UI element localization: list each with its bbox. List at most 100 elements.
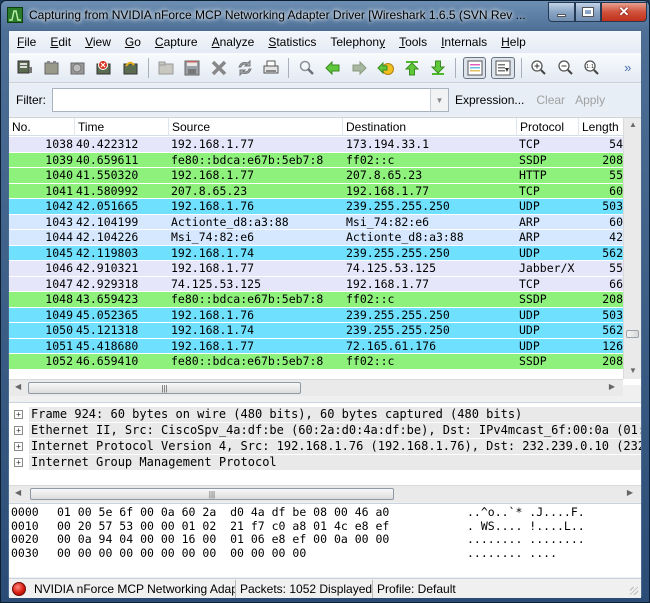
scroll-left-icon[interactable]: ◀ xyxy=(15,382,21,391)
title-bar[interactable]: Capturing from NVIDIA nForce MCP Network… xyxy=(1,1,650,29)
scroll-up-icon[interactable]: ▲ xyxy=(629,120,637,129)
packet-row[interactable]: 1050 45.121318 192.168.1.74 239.255.255.250… xyxy=(9,323,623,339)
expand-icon[interactable]: + xyxy=(14,425,23,435)
hex-row[interactable]: 0020 00 0a 94 04 00 00 16 00 01 06 e8 ef … xyxy=(9,532,641,547)
packet-length: 126 xyxy=(602,338,623,353)
filter-input[interactable]: ▼ xyxy=(52,88,449,112)
capture-options-button[interactable] xyxy=(41,57,62,79)
detail-tree-item[interactable]: + Internet Group Management Protocol xyxy=(9,454,641,470)
status-profile[interactable]: Profile: Default xyxy=(373,580,460,598)
packet-destination: 74.125.53.125 xyxy=(346,261,437,275)
auto-scroll-toggle[interactable] xyxy=(491,56,515,79)
packet-row[interactable]: 1051 45.418680 192.168.1.77 72.165.61.176 UD… xyxy=(9,338,623,354)
column-header-no[interactable]: No. xyxy=(9,118,75,136)
packet-row[interactable]: 1044 42.104226 Msi_74:82:e6 Actionte_d8:a3:… xyxy=(9,230,623,246)
menu-view[interactable]: View xyxy=(77,31,117,53)
packet-no: 1050 xyxy=(45,323,73,337)
packet-list-hscrollbar[interactable]: ◀ ||| ▶ xyxy=(9,379,623,396)
hex-ascii: ..^o..`* .J....F. xyxy=(467,505,585,519)
scroll-right-icon[interactable]: ▶ xyxy=(609,382,615,391)
menu-tools[interactable]: Tools xyxy=(391,31,433,53)
interfaces-button[interactable] xyxy=(15,57,36,79)
reload-button[interactable] xyxy=(234,57,255,79)
expand-icon[interactable]: + xyxy=(14,457,23,467)
packet-row[interactable]: 1043 42.104199 Actionte_d8:a3:88 Msi_74:82:… xyxy=(9,214,623,230)
resize-grip[interactable] xyxy=(630,587,638,595)
details-hscrollbar[interactable]: ◀ ||| ▶ xyxy=(9,485,641,502)
zoom-normal-button[interactable]: 1:1 xyxy=(581,57,602,79)
open-file-button[interactable] xyxy=(155,57,176,79)
scroll-right-icon[interactable]: ▶ xyxy=(627,488,633,497)
column-header-length[interactable]: Length xyxy=(579,118,623,136)
capture-start-button[interactable] xyxy=(67,57,88,79)
zoom-out-button[interactable] xyxy=(555,57,576,79)
print-button[interactable] xyxy=(261,57,282,79)
menu-internals[interactable]: Internals xyxy=(433,31,493,53)
scroll-down-icon[interactable]: ▼ xyxy=(629,366,637,375)
packet-row[interactable]: 1041 41.580992 207.8.65.23 192.168.1.77 TCP 6… xyxy=(9,183,623,199)
toolbar-more-button[interactable]: » xyxy=(617,57,638,79)
packet-length: 55 xyxy=(609,261,623,275)
packet-no: 1049 xyxy=(45,307,73,322)
menu-analyze[interactable]: Analyze xyxy=(204,31,261,53)
colorize-toggle[interactable] xyxy=(462,56,487,79)
capture-stop-button[interactable] xyxy=(94,57,115,79)
close-button[interactable]: ✕ xyxy=(601,2,647,22)
hex-row[interactable]: 0010 00 20 57 53 00 00 01 02 21 f7 c0 a8 … xyxy=(9,519,641,534)
expand-icon[interactable]: + xyxy=(14,409,23,419)
save-file-button[interactable] xyxy=(182,57,203,79)
packet-row[interactable]: 1038 40.422312 192.168.1.77 173.194.33.1 TCP… xyxy=(9,137,623,153)
column-header-source[interactable]: Source xyxy=(169,118,343,136)
expand-icon[interactable]: + xyxy=(14,441,23,451)
detail-tree-item[interactable]: + Frame 924: 60 bytes on wire (480 bits),… xyxy=(9,406,641,422)
detail-tree-item[interactable]: + Ethernet II, Src: CiscoSpv_4a:df:be (60… xyxy=(9,422,641,438)
packet-row[interactable]: 1040 41.550320 192.168.1.77 207.8.65.23 HTTP… xyxy=(9,168,623,184)
detail-text: Ethernet II, Src: CiscoSpv_4a:df:be (60:… xyxy=(29,422,641,438)
menu-file[interactable]: File xyxy=(9,31,42,53)
packet-row[interactable]: 1046 42.910321 192.168.1.77 74.125.53.125 Ja… xyxy=(9,261,623,277)
menu-capture[interactable]: Capture xyxy=(147,31,204,53)
hex-row[interactable]: 0030 00 00 00 00 00 00 00 00 00 00 00 00.… xyxy=(9,546,641,561)
column-header-time[interactable]: Time xyxy=(75,118,169,136)
go-to-packet-button[interactable] xyxy=(375,57,396,79)
find-packet-button[interactable] xyxy=(296,57,317,79)
filter-text-field[interactable] xyxy=(53,89,428,111)
apply-button[interactable]: Apply xyxy=(575,93,605,107)
packet-protocol: ARP xyxy=(519,214,540,229)
capture-restart-button[interactable] xyxy=(120,57,141,79)
go-forward-button[interactable] xyxy=(349,57,370,79)
zoom-in-button[interactable] xyxy=(529,57,550,79)
scroll-thumb[interactable]: ||| xyxy=(28,382,301,394)
expression-button[interactable]: Expression... xyxy=(455,93,524,107)
capture-status-led-icon[interactable] xyxy=(12,581,26,596)
detail-tree-item[interactable]: + Internet Protocol Version 4, Src: 192.1… xyxy=(9,438,641,454)
menu-telephony[interactable]: Telephony xyxy=(322,31,391,53)
packet-row[interactable]: 1047 42.929318 74.125.53.125 192.168.1.77 TC… xyxy=(9,276,623,292)
go-last-button[interactable] xyxy=(428,57,449,79)
packet-row[interactable]: 1039 40.659611 fe80::bdca:e67b:5eb7:8 ff02:… xyxy=(9,152,623,168)
scroll-left-icon[interactable]: ◀ xyxy=(15,488,21,497)
scroll-thumb[interactable]: ||| xyxy=(30,488,394,500)
packet-row[interactable]: 1052 46.659410 fe80::bdca:e67b:5eb7:8 ff02:… xyxy=(9,354,623,370)
packet-list-vscrollbar[interactable]: ▲ ▼ xyxy=(623,118,641,379)
menu-statistics[interactable]: Statistics xyxy=(260,31,322,53)
hex-row[interactable]: 0000 01 00 5e 6f 00 0a 60 2a d0 4a df be … xyxy=(9,505,641,520)
maximize-button[interactable] xyxy=(575,2,601,22)
packet-row[interactable]: 1049 45.052365 192.168.1.76 239.255.255.250… xyxy=(9,307,623,323)
minimize-button[interactable] xyxy=(548,2,575,22)
column-header-destination[interactable]: Destination xyxy=(343,118,517,136)
menu-go[interactable]: Go xyxy=(117,31,147,53)
packet-row[interactable]: 1048 43.659423 fe80::bdca:e67b:5eb7:8 ff02:… xyxy=(9,292,623,308)
go-first-button[interactable] xyxy=(401,57,422,79)
filter-history-dropdown[interactable]: ▼ xyxy=(430,89,448,111)
packet-row[interactable]: 1045 42.119803 192.168.1.74 239.255.255.250… xyxy=(9,245,623,261)
menu-help[interactable]: Help xyxy=(493,31,532,53)
column-header-protocol[interactable]: Protocol xyxy=(517,118,579,136)
status-bar: NVIDIA nForce MCP Networking Adapter Dri… xyxy=(9,578,641,598)
scroll-thumb[interactable] xyxy=(626,330,639,338)
close-file-button[interactable] xyxy=(208,57,229,79)
clear-button[interactable]: Clear xyxy=(536,93,565,107)
packet-row[interactable]: 1042 42.051665 192.168.1.76 239.255.255.250… xyxy=(9,199,623,215)
go-back-button[interactable] xyxy=(322,57,343,79)
menu-edit[interactable]: Edit xyxy=(42,31,77,53)
